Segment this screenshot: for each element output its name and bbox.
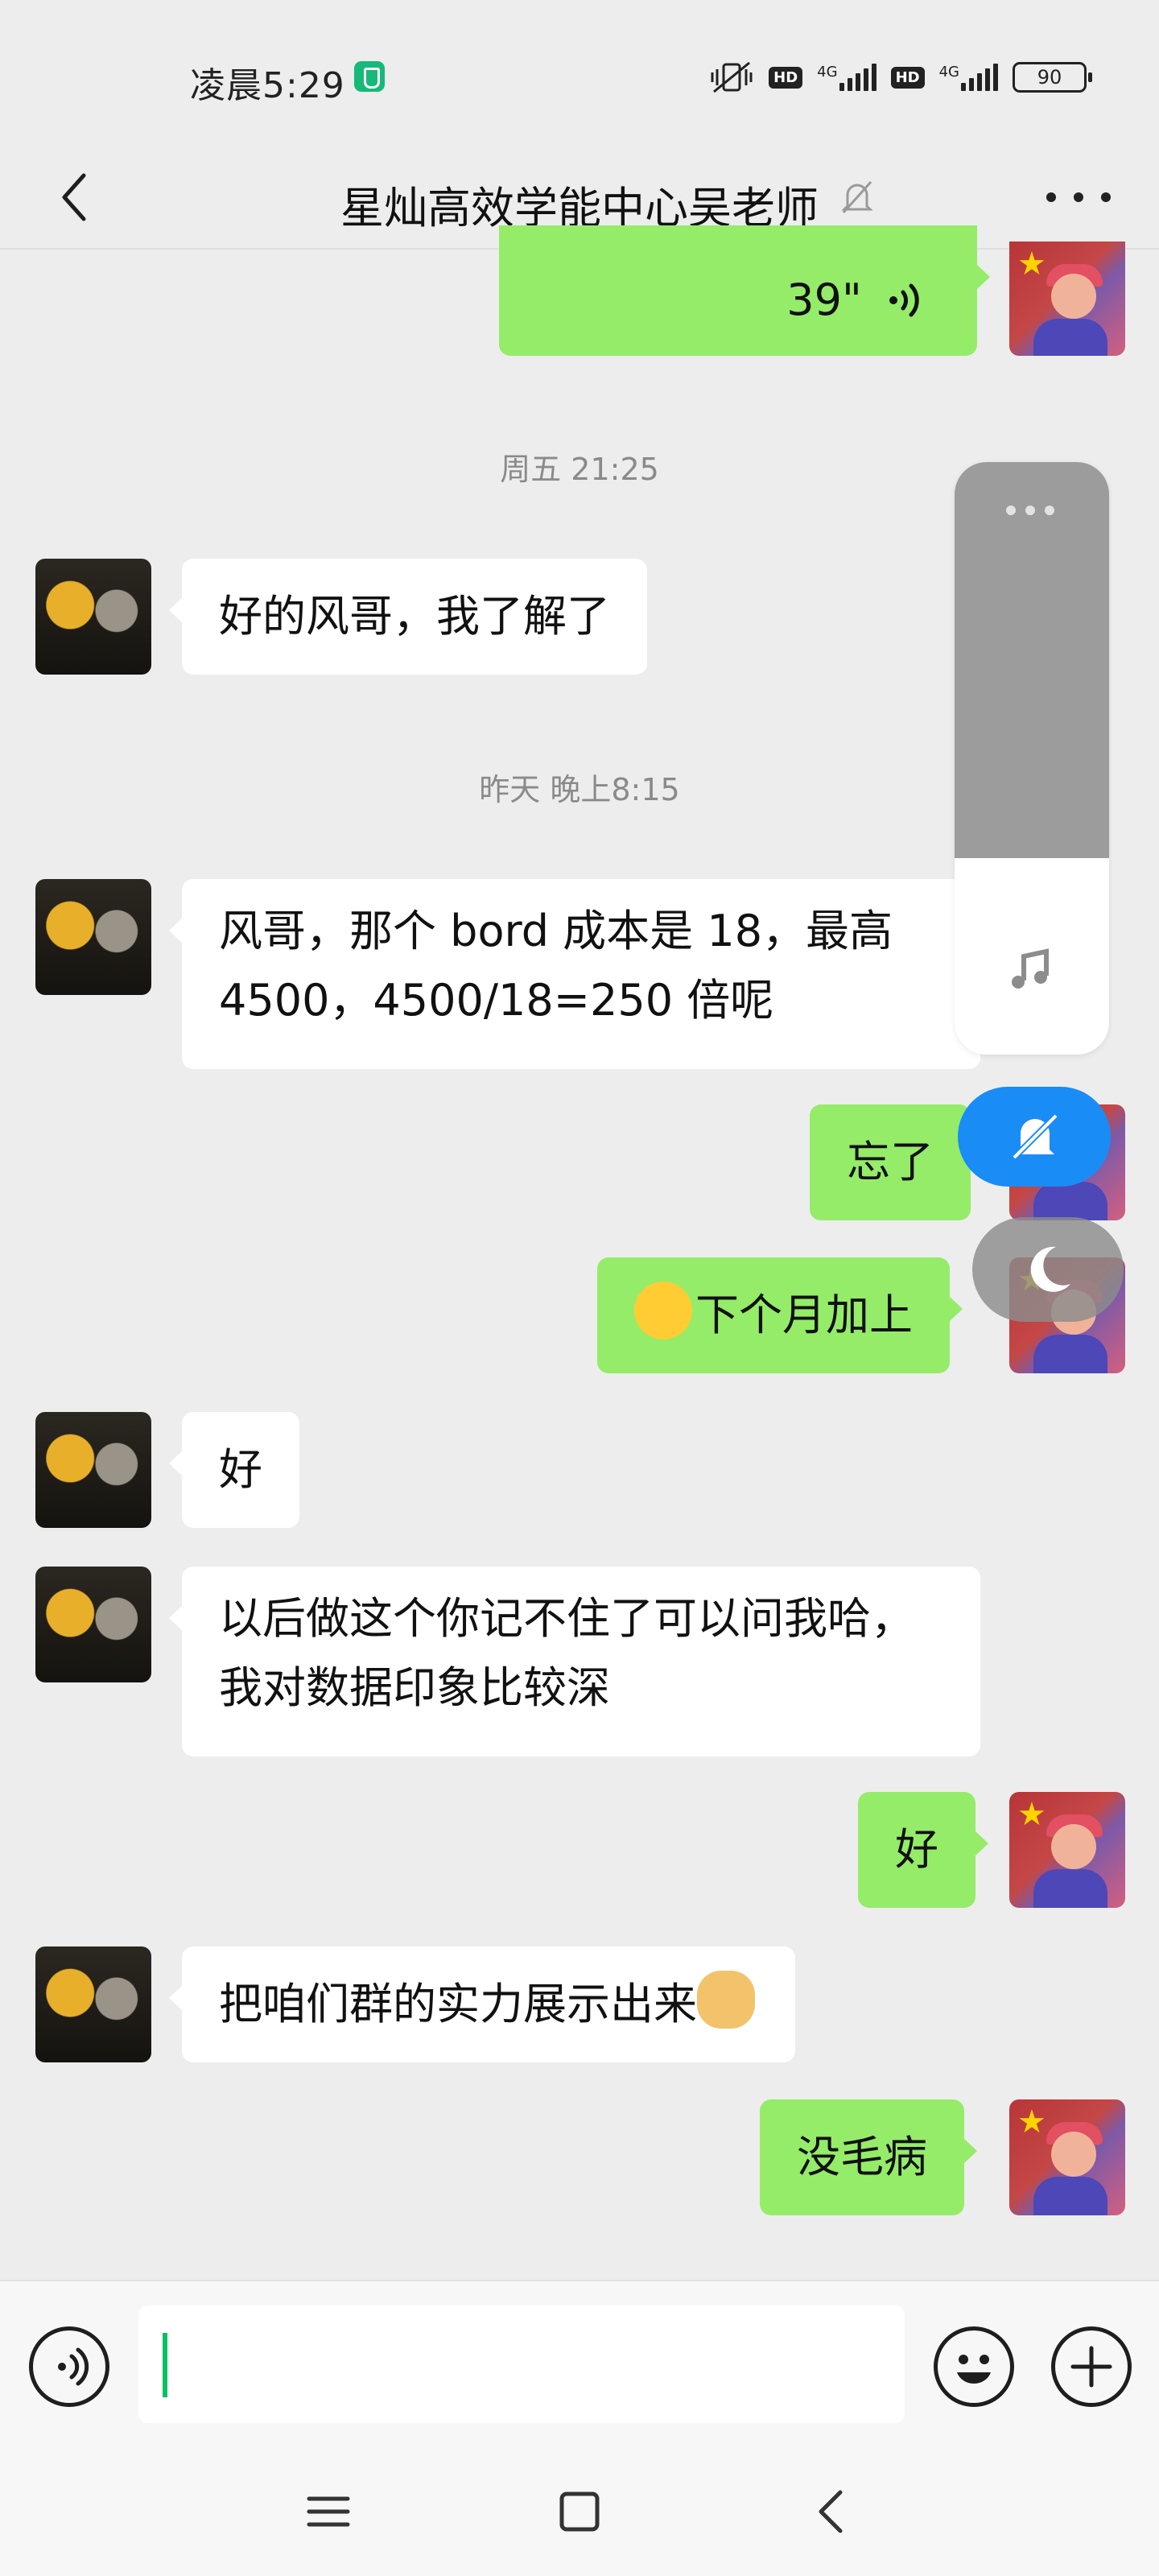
- message-bubble[interactable]: 没毛病: [760, 2099, 977, 2215]
- input-bar: [0, 2280, 1159, 2449]
- more-actions-button[interactable]: [1051, 2326, 1132, 2407]
- voice-wave-icon: [889, 283, 919, 317]
- contact-avatar[interactable]: [35, 879, 151, 995]
- plus-icon: [1070, 2346, 1112, 2388]
- my-avatar[interactable]: ★: [1009, 242, 1125, 356]
- mute-bell-icon: [841, 180, 873, 214]
- status-bar: 凌晨5:29 HD 4G HD 4G 90: [0, 0, 1159, 145]
- message-text: 把咱们群的实力展示出来: [219, 1979, 697, 2029]
- message-bubble[interactable]: 下个月加上: [597, 1257, 963, 1373]
- hd-badge: HD: [769, 66, 803, 89]
- vibrate-mute-icon: [711, 61, 753, 93]
- night-mode-button[interactable]: [972, 1217, 1124, 1322]
- battery-icon: 90: [1013, 62, 1092, 93]
- nav-back-icon[interactable]: [808, 2487, 856, 2536]
- signal-bars-icon: [839, 64, 876, 91]
- voice-message-bubble[interactable]: 39": [499, 225, 990, 356]
- menu-icon[interactable]: [304, 2487, 353, 2536]
- network-type-label: 4G: [817, 64, 838, 80]
- my-avatar[interactable]: ★: [1009, 1792, 1125, 1908]
- message-bubble[interactable]: 风哥，那个 bord 成本是 18，最高 4500，4500/18=250 倍呢: [169, 879, 980, 1069]
- message-text: 下个月加上: [695, 1290, 913, 1340]
- contact-avatar[interactable]: [35, 559, 151, 675]
- message-bubble[interactable]: 把咱们群的实力展示出来: [169, 1946, 795, 2062]
- system-nav-bar: [0, 2449, 1159, 2576]
- message-bubble[interactable]: 忘了: [810, 1104, 984, 1220]
- message-input[interactable]: [138, 2306, 905, 2423]
- voice-duration: 39": [786, 275, 862, 325]
- security-shield-icon: [354, 61, 385, 92]
- message-bubble[interactable]: 好的风哥，我了解了: [169, 559, 647, 675]
- doge-emoji-icon: [697, 1971, 755, 2029]
- message-bubble[interactable]: 好: [169, 1412, 299, 1528]
- dnd-toggle-button[interactable]: [958, 1087, 1111, 1187]
- status-time: 凌晨5:29: [190, 65, 345, 106]
- laughing-tears-emoji-icon: [634, 1282, 692, 1340]
- contact-avatar[interactable]: [35, 1567, 151, 1682]
- hd-badge-2: HD: [890, 66, 925, 89]
- network-type-label-2: 4G: [938, 64, 959, 80]
- bell-off-icon: [1012, 1113, 1058, 1160]
- message-bubble[interactable]: 好: [858, 1792, 988, 1908]
- message-bubble[interactable]: 以后做这个你记不住了可以问我哈，我对数据印象比较深: [169, 1567, 980, 1757]
- volume-track[interactable]: [955, 462, 1109, 858]
- contact-avatar[interactable]: [35, 1946, 151, 2062]
- moon-icon: [1030, 1246, 1070, 1292]
- text-cursor: [163, 2333, 167, 2397]
- contact-avatar[interactable]: [35, 1412, 151, 1528]
- signal-bars-icon-2: [961, 64, 998, 91]
- smile-icon: [957, 2355, 991, 2384]
- battery-level: 90: [1037, 66, 1062, 89]
- volume-slider-panel[interactable]: [955, 462, 1109, 1055]
- more-options-icon[interactable]: [1046, 175, 1111, 219]
- home-icon[interactable]: [555, 2487, 604, 2536]
- emoji-button[interactable]: [934, 2326, 1014, 2407]
- signal-1: 4G: [817, 64, 876, 91]
- volume-more-icon[interactable]: [1006, 506, 1054, 515]
- voice-input-button[interactable]: [29, 2326, 109, 2407]
- music-note-icon: [1012, 948, 1049, 989]
- voice-icon: [58, 2347, 89, 2386]
- status-icons: HD 4G HD 4G 90: [709, 56, 1092, 98]
- signal-2: 4G: [939, 64, 998, 91]
- my-avatar[interactable]: ★: [1009, 2099, 1125, 2215]
